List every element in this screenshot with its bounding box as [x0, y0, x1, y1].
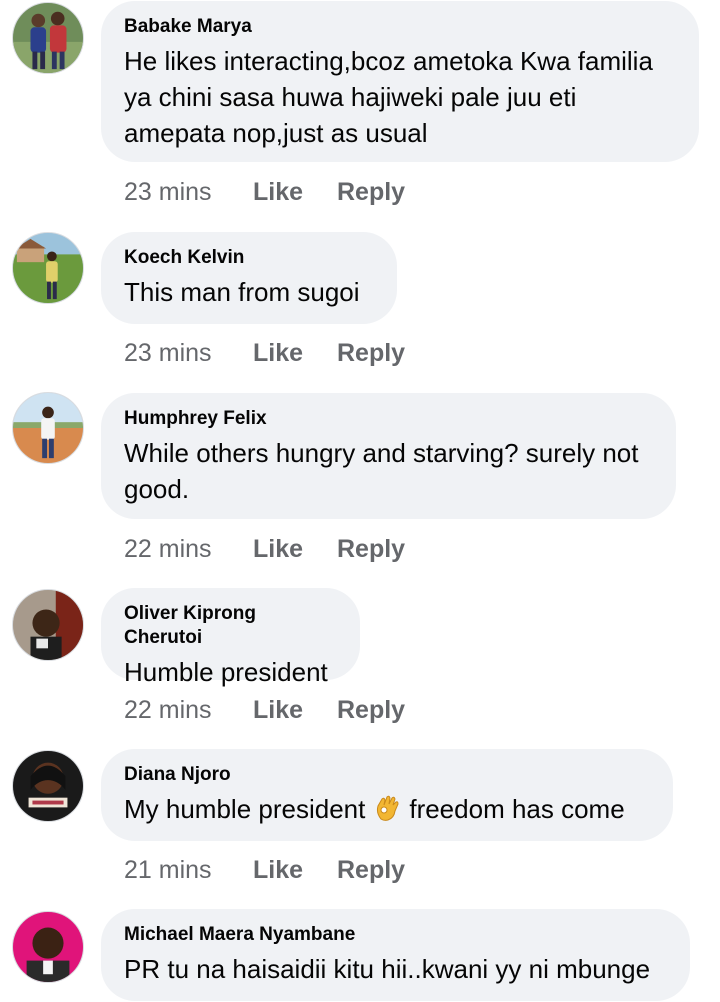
comment-bubble: Michael Maera Nyambane PR tu na haisaidi…	[101, 909, 690, 1001]
reply-button[interactable]: Reply	[337, 339, 405, 367]
comment-text: PR tu na haisaidii kitu hii..kwani yy ni…	[124, 954, 651, 984]
comment-author[interactable]: Diana Njoro	[124, 763, 650, 787]
like-button[interactable]: Like	[253, 338, 337, 368]
comment-text: This man from sugoi	[124, 277, 360, 307]
comment-bubble: Diana Njoro My humble president freedom …	[101, 749, 673, 841]
comment-actions: 22 mins Like Reply	[124, 534, 405, 564]
like-button[interactable]: Like	[253, 534, 337, 564]
comment-bubble: Oliver Kiprong Cherutoi Humble president	[101, 588, 360, 687]
comment-text: Humble president	[124, 657, 328, 687]
comment-author[interactable]: Koech Kelvin	[124, 246, 374, 270]
comment-text: While others hungry and starving? surely…	[124, 438, 639, 504]
reply-button[interactable]: Reply	[337, 696, 405, 724]
avatar-image	[13, 590, 83, 660]
avatar[interactable]	[12, 392, 84, 464]
like-button[interactable]: Like	[253, 855, 337, 885]
ok-hand-emoji-icon	[377, 795, 399, 821]
like-button[interactable]: Like	[253, 177, 337, 207]
avatar[interactable]	[12, 911, 84, 983]
comment-text-part: My humble president	[124, 794, 366, 824]
reply-button[interactable]: Reply	[337, 178, 405, 206]
comment-bubble: Koech Kelvin This man from sugoi	[101, 232, 397, 324]
avatar-image	[13, 912, 83, 982]
comment-timestamp[interactable]: 22 mins	[124, 695, 253, 725]
comment-bubble: Humphrey Felix While others hungry and s…	[101, 393, 676, 519]
avatar[interactable]	[12, 2, 84, 74]
comment-actions: 22 mins Like Reply	[124, 695, 405, 725]
avatar-image	[13, 233, 83, 303]
avatar-image	[13, 3, 83, 73]
comment-author[interactable]: Oliver Kiprong Cherutoi	[124, 602, 337, 650]
comment-actions: 21 mins Like Reply	[124, 855, 405, 885]
comment-bubble: Babake Marya He likes interacting,bcoz a…	[101, 1, 699, 162]
comment-timestamp[interactable]: 23 mins	[124, 177, 253, 207]
comment-author[interactable]: Babake Marya	[124, 15, 676, 39]
avatar[interactable]	[12, 589, 84, 661]
avatar-image	[13, 751, 83, 821]
comment-text-part: freedom has come	[409, 794, 625, 824]
comment-actions: 23 mins Like Reply	[124, 338, 405, 368]
comment-author[interactable]: Humphrey Felix	[124, 407, 653, 431]
comment-timestamp[interactable]: 21 mins	[124, 855, 253, 885]
comment-author[interactable]: Michael Maera Nyambane	[124, 923, 667, 947]
like-button[interactable]: Like	[253, 695, 337, 725]
reply-button[interactable]: Reply	[337, 856, 405, 884]
comment-timestamp[interactable]: 22 mins	[124, 534, 253, 564]
avatar-image	[13, 393, 83, 463]
avatar[interactable]	[12, 232, 84, 304]
reply-button[interactable]: Reply	[337, 535, 405, 563]
comment-text: He likes interacting,bcoz ametoka Kwa fa…	[124, 46, 653, 148]
comment-text: My humble president freedom has come	[124, 791, 650, 827]
avatar[interactable]	[12, 750, 84, 822]
comment-timestamp[interactable]: 23 mins	[124, 338, 253, 368]
comment-actions: 23 mins Like Reply	[124, 177, 405, 207]
